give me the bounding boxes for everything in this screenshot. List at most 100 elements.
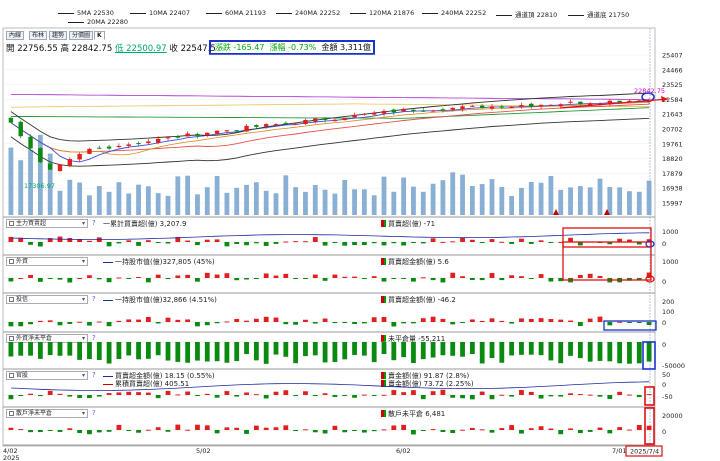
volume-bar [77, 182, 83, 215]
net-sell-bar [293, 430, 299, 432]
candle-body [146, 141, 151, 144]
highlight-box-foreign [562, 241, 652, 281]
net-sell-bar [342, 430, 348, 433]
net-buy-bar [440, 241, 446, 243]
open-interest-bar [430, 342, 436, 358]
net-buy-bar [479, 429, 485, 431]
net-buy-bar [283, 390, 289, 395]
net-sell-bar [312, 322, 318, 324]
net-sell-bar [57, 322, 63, 326]
panel-axis-label: -50000 [662, 362, 685, 370]
net-sell-bar [391, 242, 397, 244]
net-buy-bar [391, 390, 397, 395]
volume-bar [636, 191, 642, 215]
net-sell-bar [8, 322, 14, 327]
volume-bar [244, 184, 249, 215]
net-buy-bar [224, 321, 230, 323]
net-buy-bar [430, 316, 436, 322]
net-buy-bar [312, 237, 318, 242]
net-buy-bar [67, 428, 73, 430]
net-buy-bar [293, 241, 299, 243]
net-sell-bar [234, 242, 240, 245]
net-buy-bar [185, 240, 191, 242]
open-interest-bar [460, 342, 465, 357]
open-interest-bar [558, 342, 564, 364]
candle-body [8, 117, 14, 123]
panel-axis-label: 0 [662, 428, 666, 436]
candle-body [175, 136, 181, 138]
net-sell-bar [361, 278, 367, 280]
net-sell-bar [420, 242, 426, 244]
net-sell-bar [371, 242, 377, 244]
candle-body [155, 138, 161, 143]
open-interest-bar [253, 342, 259, 361]
open-interest-bar [204, 342, 210, 362]
net-buy-bar [538, 274, 544, 278]
net-buy-bar [499, 428, 505, 430]
volume-bar [332, 193, 338, 215]
volume-bar [450, 172, 456, 215]
net-sell-bar [509, 322, 515, 324]
net-buy-bar [204, 239, 210, 242]
open-interest-bar [528, 342, 534, 355]
volume-bar [136, 184, 141, 215]
net-buy-bar [587, 318, 593, 322]
stock-chart-canvas[interactable]: 2540724466235252258421643207021976118820… [0, 0, 720, 461]
volume-bar [224, 192, 230, 215]
candle-body [558, 104, 563, 107]
volume-bar [479, 184, 485, 215]
net-buy-bar [460, 429, 465, 431]
net-buy-bar [381, 317, 387, 322]
net-buy-bar [489, 318, 495, 322]
net-sell-bar [636, 395, 642, 398]
net-sell-bar [234, 395, 240, 397]
volume-bar [646, 180, 652, 215]
net-buy-bar [18, 277, 24, 279]
net-buy-bar [361, 394, 367, 396]
net-buy-bar [204, 272, 210, 278]
net-buy-bar [204, 425, 210, 430]
net-sell-bar [509, 242, 515, 244]
net-sell-bar [234, 278, 240, 281]
volume-bar [18, 160, 24, 215]
candle-body [617, 100, 622, 103]
candle-body [234, 130, 239, 132]
net-buy-bar [558, 319, 564, 322]
net-buy-bar [155, 274, 161, 278]
net-sell-bar [96, 395, 102, 397]
candle-body [67, 159, 73, 166]
price-tick-label: 15997 [662, 200, 683, 208]
panel-axis-label: 0 [662, 341, 666, 349]
net-sell-bar [577, 430, 583, 434]
candle-body [244, 125, 249, 132]
net-sell-bar [136, 430, 141, 433]
net-sell-bar [607, 395, 613, 400]
open-interest-bar [263, 342, 269, 364]
net-sell-bar [67, 278, 73, 283]
net-sell-bar [440, 278, 446, 283]
volume-bar [568, 187, 573, 215]
net-sell-bar [293, 322, 299, 325]
net-sell-bar [528, 242, 534, 244]
min-price-label: 17306.97 [24, 182, 55, 190]
net-buy-bar [77, 277, 83, 279]
net-sell-bar [116, 242, 122, 244]
net-sell-bar [273, 242, 279, 244]
net-buy-bar [47, 390, 53, 395]
net-buy-bar [283, 273, 289, 278]
net-sell-bar [253, 242, 259, 244]
open-interest-bar [312, 342, 318, 356]
net-buy-bar [499, 241, 505, 243]
net-buy-bar [381, 394, 387, 396]
volume-bar [116, 182, 122, 215]
net-buy-bar [175, 275, 181, 278]
open-interest-bar [332, 342, 338, 363]
net-sell-bar [263, 395, 269, 399]
net-sell-bar [322, 242, 328, 246]
net-buy-bar [489, 273, 495, 278]
open-interest-bar [214, 342, 220, 362]
panel-axis-label: 200 [662, 298, 674, 306]
net-sell-bar [293, 278, 299, 279]
volume-bar [214, 175, 220, 215]
candle-body [254, 125, 259, 127]
